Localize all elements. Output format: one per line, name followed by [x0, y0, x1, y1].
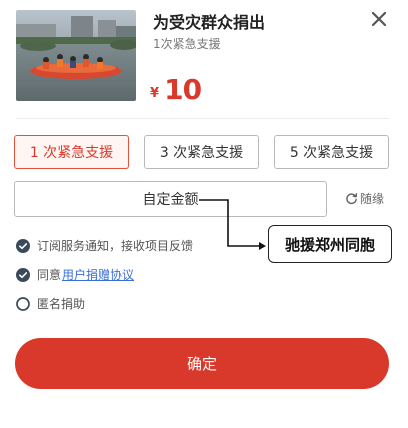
- agreement-link[interactable]: 用户捐赠协议: [62, 266, 134, 283]
- radio-empty-icon: [16, 296, 30, 311]
- project-subtitle: 1次紧急支援: [153, 37, 221, 51]
- notify-label: 订阅服务通知，接收项目反馈: [37, 239, 194, 253]
- random-amount-label: 随缘: [360, 192, 385, 206]
- anonymous-checkbox[interactable]: 匿名捐助: [16, 295, 85, 312]
- anonymous-label: 匿名捐助: [37, 297, 86, 311]
- annotation-callout: 驰援郑州同胞: [268, 225, 392, 263]
- confirm-label: 确定: [186, 355, 217, 373]
- agree-prefix: 同意: [37, 268, 62, 282]
- divider: [16, 118, 389, 119]
- custom-amount-label: 自定金额: [142, 192, 199, 208]
- random-amount-button[interactable]: 随缘: [345, 190, 384, 207]
- project-thumbnail: [16, 10, 136, 101]
- project-title: 为受灾群众捐出: [153, 13, 266, 32]
- callout-text: 驰援郑州同胞: [284, 235, 375, 254]
- refresh-icon: [346, 193, 358, 205]
- option-label: 1 次紧急支援: [29, 145, 114, 161]
- option-label: 5 次紧急支援: [289, 145, 374, 161]
- currency-symbol: ¥: [150, 86, 160, 101]
- agree-checkbox[interactable]: 同意 用户捐赠协议: [16, 266, 134, 283]
- price: ¥ 10: [150, 73, 202, 106]
- custom-amount-input[interactable]: 自定金额: [14, 181, 327, 217]
- price-amount: 10: [164, 73, 202, 106]
- notify-checkbox[interactable]: 订阅服务通知，接收项目反馈: [16, 237, 193, 254]
- close-icon[interactable]: [369, 9, 389, 29]
- confirm-button[interactable]: 确定: [15, 338, 389, 389]
- option-1-support[interactable]: 1 次紧急支援: [14, 135, 129, 169]
- check-circle-icon: [16, 238, 30, 253]
- check-circle-icon: [16, 267, 30, 282]
- option-3-support[interactable]: 3 次紧急支援: [144, 135, 259, 169]
- option-label: 3 次紧急支援: [159, 145, 244, 161]
- option-5-support[interactable]: 5 次紧急支援: [274, 135, 389, 169]
